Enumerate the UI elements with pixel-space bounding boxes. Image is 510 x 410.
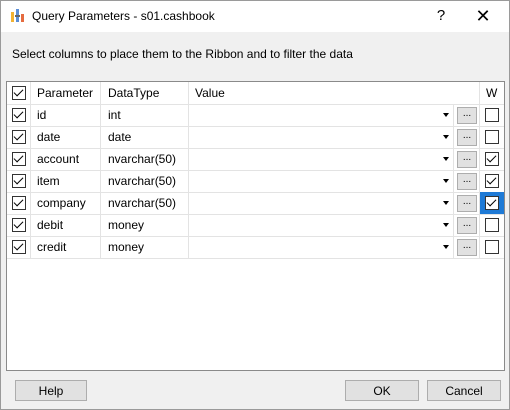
table-row: company nvarchar(50) ... <box>7 192 504 215</box>
header-datatype[interactable]: DataType <box>101 82 189 104</box>
w-cell <box>480 126 504 148</box>
ellipsis-cell: ... <box>454 148 480 170</box>
w-cell <box>480 214 504 236</box>
row-select-cell <box>7 126 31 148</box>
w-checkbox[interactable] <box>485 174 499 188</box>
row-select-checkbox[interactable] <box>12 240 26 254</box>
datatype-cell[interactable]: nvarchar(50) <box>101 170 189 192</box>
app-icon <box>10 8 26 24</box>
value-cell[interactable] <box>189 104 454 126</box>
row-select-checkbox[interactable] <box>12 174 26 188</box>
w-cell <box>480 170 504 192</box>
datatype-cell[interactable]: date <box>101 126 189 148</box>
ellipsis-cell: ... <box>454 170 480 192</box>
dropdown-arrow-icon[interactable] <box>443 157 449 161</box>
cancel-button[interactable]: Cancel <box>427 380 501 401</box>
w-cell <box>480 192 504 214</box>
dropdown-arrow-icon[interactable] <box>443 113 449 117</box>
row-select-checkbox[interactable] <box>12 218 26 232</box>
w-checkbox[interactable] <box>485 130 499 144</box>
row-select-checkbox[interactable] <box>12 152 26 166</box>
parameter-cell[interactable]: company <box>31 192 101 214</box>
row-select-cell <box>7 236 31 258</box>
ellipsis-button[interactable]: ... <box>457 173 477 190</box>
header-w[interactable]: W <box>480 82 504 104</box>
ellipsis-button[interactable]: ... <box>457 195 477 212</box>
ellipsis-cell: ... <box>454 236 480 258</box>
table-row: account nvarchar(50) ... <box>7 148 504 171</box>
parameters-grid: Parameter DataType Value W id int ... da… <box>6 81 505 371</box>
instruction-text: Select columns to place them to the Ribb… <box>12 47 353 61</box>
parameter-cell[interactable]: credit <box>31 236 101 258</box>
w-checkbox[interactable] <box>485 240 499 254</box>
row-select-checkbox[interactable] <box>12 196 26 210</box>
dropdown-arrow-icon[interactable] <box>443 135 449 139</box>
dropdown-arrow-icon[interactable] <box>443 179 449 183</box>
parameter-cell[interactable]: debit <box>31 214 101 236</box>
value-cell[interactable] <box>189 148 454 170</box>
datatype-cell[interactable]: int <box>101 104 189 126</box>
ellipsis-cell: ... <box>454 214 480 236</box>
select-all-cell <box>7 82 31 104</box>
value-cell[interactable] <box>189 236 454 258</box>
dropdown-arrow-icon[interactable] <box>443 201 449 205</box>
ellipsis-cell: ... <box>454 192 480 214</box>
grid-header-row: Parameter DataType Value W <box>7 82 504 105</box>
table-row: date date ... <box>7 126 504 149</box>
window-title: Query Parameters - s01.cashbook <box>32 9 215 23</box>
row-select-cell <box>7 104 31 126</box>
datatype-cell[interactable]: money <box>101 236 189 258</box>
row-select-cell <box>7 214 31 236</box>
ellipsis-button[interactable]: ... <box>457 151 477 168</box>
parameter-cell[interactable]: account <box>31 148 101 170</box>
dropdown-arrow-icon[interactable] <box>443 223 449 227</box>
datatype-cell[interactable]: money <box>101 214 189 236</box>
row-select-cell <box>7 148 31 170</box>
row-select-cell <box>7 192 31 214</box>
row-select-cell <box>7 170 31 192</box>
w-cell <box>480 236 504 258</box>
ellipsis-button[interactable]: ... <box>457 217 477 234</box>
datatype-cell[interactable]: nvarchar(50) <box>101 148 189 170</box>
ellipsis-cell: ... <box>454 104 480 126</box>
parameter-cell[interactable]: item <box>31 170 101 192</box>
datatype-cell[interactable]: nvarchar(50) <box>101 192 189 214</box>
w-cell <box>480 148 504 170</box>
table-row: item nvarchar(50) ... <box>7 170 504 193</box>
value-cell[interactable] <box>189 126 454 148</box>
row-select-checkbox[interactable] <box>12 108 26 122</box>
header-value[interactable]: Value <box>189 82 480 104</box>
value-cell[interactable] <box>189 170 454 192</box>
ellipsis-button[interactable]: ... <box>457 129 477 146</box>
header-parameter[interactable]: Parameter <box>31 82 101 104</box>
parameter-cell[interactable]: id <box>31 104 101 126</box>
ok-button[interactable]: OK <box>345 380 419 401</box>
ellipsis-button[interactable]: ... <box>457 239 477 256</box>
select-all-checkbox[interactable] <box>12 86 26 100</box>
row-select-checkbox[interactable] <box>12 130 26 144</box>
w-checkbox[interactable] <box>485 196 499 210</box>
help-button[interactable]: Help <box>15 380 87 401</box>
help-question-icon[interactable]: ? <box>431 6 451 26</box>
value-cell[interactable] <box>189 214 454 236</box>
query-parameters-dialog: Query Parameters - s01.cashbook ? ✕ Sele… <box>0 0 510 410</box>
value-cell[interactable] <box>189 192 454 214</box>
close-icon[interactable]: ✕ <box>471 6 495 26</box>
ellipsis-button[interactable]: ... <box>457 107 477 124</box>
w-checkbox[interactable] <box>485 108 499 122</box>
dropdown-arrow-icon[interactable] <box>443 245 449 249</box>
w-cell <box>480 104 504 126</box>
table-row: credit money ... <box>7 236 504 259</box>
w-checkbox[interactable] <box>485 152 499 166</box>
parameter-cell[interactable]: date <box>31 126 101 148</box>
ellipsis-cell: ... <box>454 126 480 148</box>
table-row: debit money ... <box>7 214 504 237</box>
table-row: id int ... <box>7 104 504 127</box>
title-bar: Query Parameters - s01.cashbook ? ✕ <box>1 1 509 32</box>
w-checkbox[interactable] <box>485 218 499 232</box>
